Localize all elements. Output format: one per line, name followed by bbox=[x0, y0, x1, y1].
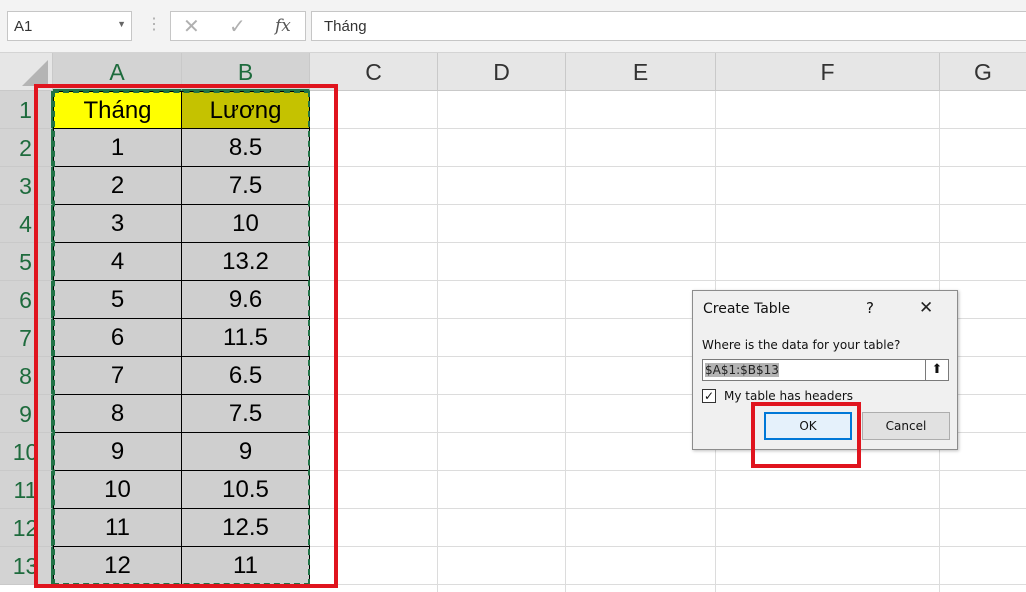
row-header-9[interactable]: 9 bbox=[0, 395, 53, 433]
select-all-button[interactable] bbox=[0, 53, 53, 91]
close-icon[interactable]: ✕ bbox=[919, 298, 933, 318]
column-header-e[interactable]: E bbox=[566, 53, 716, 91]
cell-a3[interactable]: 2 bbox=[53, 167, 182, 205]
cell-b1[interactable]: Lương bbox=[182, 91, 310, 129]
cancel-button[interactable]: Cancel bbox=[862, 412, 950, 440]
column-header-a[interactable]: A bbox=[53, 53, 182, 91]
drag-handle-icon[interactable]: ⋮ bbox=[146, 14, 162, 34]
dialog-title: Create Table bbox=[703, 301, 791, 317]
cell-b13[interactable]: 11 bbox=[182, 547, 310, 585]
cell-b9[interactable]: 7.5 bbox=[182, 395, 310, 433]
cell-b4[interactable]: 10 bbox=[182, 205, 310, 243]
row-header-13[interactable]: 13 bbox=[0, 547, 53, 585]
column-header-d[interactable]: D bbox=[438, 53, 566, 91]
column-header-g[interactable]: G bbox=[940, 53, 1026, 91]
cell-a9[interactable]: 8 bbox=[53, 395, 182, 433]
cell-a13[interactable]: 12 bbox=[53, 547, 182, 585]
cancel-entry-icon[interactable]: ✕ bbox=[183, 14, 200, 39]
cell-a11[interactable]: 10 bbox=[53, 471, 182, 509]
cell-a2[interactable]: 1 bbox=[53, 129, 182, 167]
row-header-8[interactable]: 8 bbox=[0, 357, 53, 395]
cell-b3[interactable]: 7.5 bbox=[182, 167, 310, 205]
formula-bar: A1 ▼ ⋮ ✕ ✓ fx Tháng bbox=[0, 0, 1026, 53]
cell-b12[interactable]: 12.5 bbox=[182, 509, 310, 547]
name-box[interactable]: A1 ▼ bbox=[7, 11, 132, 41]
cell-b7[interactable]: 11.5 bbox=[182, 319, 310, 357]
confirm-entry-icon[interactable]: ✓ bbox=[229, 14, 246, 39]
column-header-c[interactable]: C bbox=[310, 53, 438, 91]
name-box-value: A1 bbox=[14, 18, 33, 35]
cell-a12[interactable]: 11 bbox=[53, 509, 182, 547]
formula-buttons: ✕ ✓ fx bbox=[170, 11, 306, 41]
row-header-12[interactable]: 12 bbox=[0, 509, 53, 547]
cell-a1[interactable]: Tháng bbox=[53, 91, 182, 129]
cell-b10[interactable]: 9 bbox=[182, 433, 310, 471]
range-prompt: Where is the data for your table? bbox=[702, 338, 901, 352]
cell-a5[interactable]: 4 bbox=[53, 243, 182, 281]
create-table-dialog: Create Table ? ✕ Where is the data for y… bbox=[692, 290, 958, 450]
row-header-11[interactable]: 11 bbox=[0, 471, 53, 509]
cell-b6[interactable]: 9.6 bbox=[182, 281, 310, 319]
cell-a7[interactable]: 6 bbox=[53, 319, 182, 357]
row-header-1[interactable]: 1 bbox=[0, 91, 53, 129]
row-header-10[interactable]: 10 bbox=[0, 433, 53, 471]
row-header-5[interactable]: 5 bbox=[0, 243, 53, 281]
cell-b2[interactable]: 8.5 bbox=[182, 129, 310, 167]
headers-checkbox[interactable]: ✓ bbox=[702, 389, 716, 403]
range-input[interactable]: $A$1:$B$13 bbox=[702, 359, 927, 381]
column-header-f[interactable]: F bbox=[716, 53, 940, 91]
formula-input[interactable]: Tháng bbox=[311, 11, 1026, 41]
cell-a4[interactable]: 3 bbox=[53, 205, 182, 243]
cell-b11[interactable]: 10.5 bbox=[182, 471, 310, 509]
cell-a10[interactable]: 9 bbox=[53, 433, 182, 471]
range-value: $A$1:$B$13 bbox=[705, 363, 779, 377]
row-header-6[interactable]: 6 bbox=[0, 281, 53, 319]
ok-button[interactable]: OK bbox=[764, 412, 852, 440]
collapse-dialog-icon[interactable]: ⬆ bbox=[925, 359, 949, 381]
row-header-2[interactable]: 2 bbox=[0, 129, 53, 167]
help-icon[interactable]: ? bbox=[866, 299, 874, 317]
column-header-b[interactable]: B bbox=[182, 53, 310, 91]
cell-a8[interactable]: 7 bbox=[53, 357, 182, 395]
cell-b5[interactable]: 13.2 bbox=[182, 243, 310, 281]
cell-a6[interactable]: 5 bbox=[53, 281, 182, 319]
row-header-4[interactable]: 4 bbox=[0, 205, 53, 243]
cell-b8[interactable]: 6.5 bbox=[182, 357, 310, 395]
chevron-down-icon[interactable]: ▼ bbox=[117, 19, 126, 29]
row-header-3[interactable]: 3 bbox=[0, 167, 53, 205]
headers-checkbox-label[interactable]: My table has headers bbox=[724, 389, 853, 403]
insert-function-icon[interactable]: fx bbox=[275, 16, 291, 36]
row-header-7[interactable]: 7 bbox=[0, 319, 53, 357]
